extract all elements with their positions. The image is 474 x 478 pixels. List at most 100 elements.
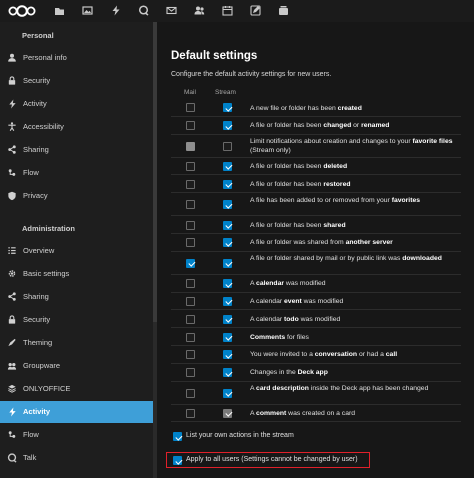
talk-icon[interactable] [138, 5, 149, 16]
activity-settings-table: A new file or folder has been created A f… [171, 99, 471, 423]
theming-icon [7, 338, 17, 348]
nextcloud-logo[interactable] [8, 5, 36, 17]
admin-nav-onlyoffice[interactable]: ONLYOFFICE [0, 378, 153, 400]
own-actions-label: List your own actions in the stream [186, 432, 294, 439]
photos-icon[interactable] [82, 5, 93, 16]
stream-checkbox[interactable] [223, 279, 232, 289]
nav-label: Personal info [23, 53, 67, 62]
share-icon [7, 145, 17, 155]
lock-icon [7, 76, 17, 86]
stream-checkbox[interactable] [223, 200, 232, 210]
stream-checkbox[interactable] [223, 296, 232, 306]
mail-checkbox[interactable] [186, 220, 195, 230]
mail-checkbox[interactable] [186, 350, 195, 360]
mail-checkbox[interactable] [186, 368, 195, 378]
nav-label: Flow [23, 168, 39, 177]
mail-checkbox[interactable] [186, 179, 195, 189]
stream-checkbox[interactable] [223, 388, 232, 398]
deck-icon[interactable] [278, 5, 289, 16]
mail-checkbox[interactable] [186, 200, 195, 210]
personal-nav-privacy[interactable]: Privacy [0, 185, 153, 207]
flow-icon [7, 168, 17, 178]
stream-checkbox[interactable] [223, 314, 232, 324]
nav-label: Groupware [23, 361, 61, 370]
nav-label: Privacy [23, 191, 48, 200]
mail-checkbox[interactable] [186, 121, 195, 131]
activity-setting-label: A new file or folder has been created [250, 104, 362, 112]
activity-setting-label: Comments for files [250, 333, 309, 341]
page-subtitle: Configure the default activity settings … [171, 71, 332, 78]
stream-checkbox[interactable] [223, 103, 232, 113]
nav-label: Sharing [23, 292, 49, 301]
apply-all-label: Apply to all users (Settings cannot be c… [186, 456, 358, 463]
mail-icon[interactable] [166, 5, 177, 16]
activity-setting-row: A card description inside the Deck app h… [171, 382, 461, 405]
stream-checkbox[interactable] [223, 161, 232, 171]
mail-checkbox[interactable] [186, 408, 195, 418]
activity-setting-row: A file or folder has been restored [171, 175, 461, 194]
administration-heading: Administration [22, 224, 75, 233]
mail-checkbox[interactable] [186, 258, 195, 268]
stream-checkbox[interactable] [223, 179, 232, 189]
notes-icon[interactable] [250, 5, 261, 16]
mail-checkbox[interactable] [186, 388, 195, 398]
stream-checkbox[interactable] [223, 350, 232, 360]
activity-setting-row: A file has been added to or removed from… [171, 193, 461, 217]
mail-checkbox[interactable] [186, 332, 195, 342]
personal-nav-accessibility[interactable]: Accessibility [0, 116, 153, 138]
personal-nav-security[interactable]: Security [0, 70, 153, 92]
personal-nav-flow[interactable]: Flow [0, 162, 153, 184]
activity-setting-label: A calendar was modified [250, 280, 326, 288]
nav-label: Security [23, 315, 51, 324]
admin-nav-theming[interactable]: Theming [0, 332, 153, 354]
admin-nav-overview[interactable]: Overview [0, 240, 153, 262]
stream-checkbox[interactable] [223, 121, 232, 131]
admin-nav-groupware[interactable]: Groupware [0, 355, 153, 377]
own-actions-checkbox[interactable] [173, 432, 182, 441]
accessibility-icon [7, 122, 17, 132]
personal-nav-activity[interactable]: Activity [0, 93, 153, 115]
nav-label: ONLYOFFICE [23, 384, 71, 393]
admin-nav-sharing[interactable]: Sharing [0, 286, 153, 308]
files-icon[interactable] [54, 5, 65, 16]
activity-setting-row: A calendar event was modified [171, 293, 461, 311]
mail-checkbox[interactable] [186, 279, 195, 289]
activity-setting-row: A comment was created on a card [171, 405, 461, 423]
mail-checkbox[interactable] [186, 103, 195, 113]
stream-checkbox[interactable] [223, 368, 232, 378]
stream-column-header: Stream [215, 89, 236, 96]
admin-nav-flow[interactable]: Flow [0, 424, 153, 446]
gear-icon [7, 269, 17, 279]
activity-setting-row: A calendar was modified [171, 275, 461, 293]
privacy-icon [7, 191, 17, 201]
activity-setting-label: A card description inside the Deck app h… [250, 385, 429, 393]
admin-nav-activity[interactable]: Activity [0, 401, 153, 423]
mail-checkbox[interactable] [186, 161, 195, 171]
stream-checkbox[interactable] [223, 332, 232, 342]
stream-checkbox[interactable] [223, 258, 232, 268]
calendar-icon[interactable] [222, 5, 233, 16]
stream-checkbox[interactable] [223, 238, 232, 248]
activity-setting-row: A file or folder shared by mail or by pu… [171, 252, 461, 275]
stream-checkbox[interactable] [223, 141, 232, 151]
mail-checkbox[interactable] [186, 314, 195, 324]
activity-setting-row: You were invited to a conversation or ha… [171, 346, 461, 364]
nav-label: Sharing [23, 145, 49, 154]
apply-all-checkbox[interactable] [173, 456, 182, 465]
nav-label: Activity [23, 407, 51, 416]
top-bar [0, 0, 474, 22]
nav-label: Accessibility [23, 122, 64, 131]
mail-checkbox[interactable] [186, 238, 195, 248]
personal-nav-personal-info[interactable]: Personal info [0, 47, 153, 69]
contacts-icon[interactable] [194, 5, 205, 16]
activity-setting-label: A file or folder has been shared [250, 221, 346, 229]
mail-checkbox[interactable] [186, 296, 195, 306]
admin-nav-security[interactable]: Security [0, 309, 153, 331]
personal-nav-sharing[interactable]: Sharing [0, 139, 153, 161]
activity-icon[interactable] [110, 5, 121, 16]
lock-icon [7, 315, 17, 325]
stream-checkbox[interactable] [223, 220, 232, 230]
admin-nav-talk[interactable]: Talk [0, 447, 153, 469]
stream-checkbox[interactable] [223, 408, 232, 418]
admin-nav-basic-settings[interactable]: Basic settings [0, 263, 153, 285]
